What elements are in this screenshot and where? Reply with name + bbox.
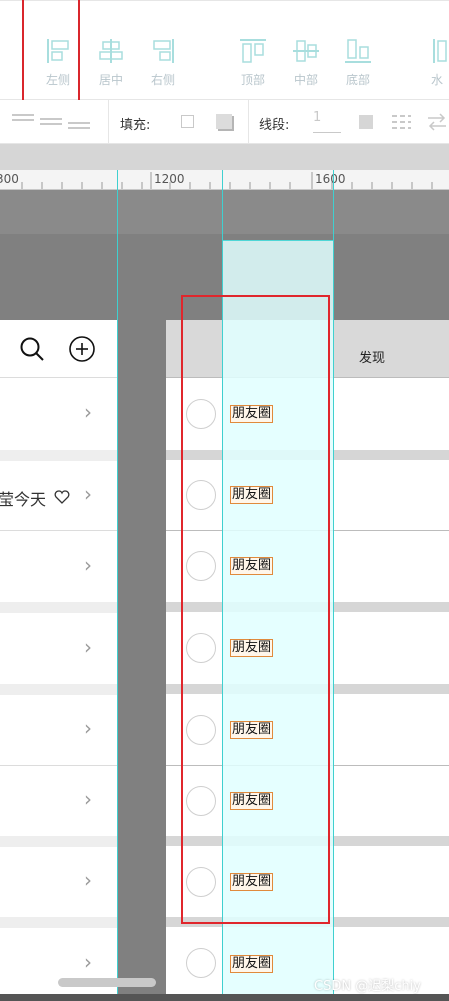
- stroke-label: 线段:: [259, 118, 290, 133]
- distribute-horizontal-icon: [433, 39, 447, 63]
- chevron-right-icon: ›: [84, 868, 92, 892]
- chevron-right-icon: ›: [84, 482, 92, 506]
- align-top-button[interactable]: 顶部: [231, 37, 275, 93]
- section-separator: [0, 684, 117, 695]
- section-separator: [0, 836, 117, 847]
- fill-shadow-swatch[interactable]: [216, 114, 232, 129]
- watermark: CSDN @迟梨chiy: [314, 979, 421, 994]
- align-bottom-button[interactable]: 底部: [336, 37, 380, 93]
- canvas-top-area: [0, 190, 449, 234]
- align-center-button[interactable]: 居中: [89, 37, 133, 93]
- row-divider: [0, 765, 117, 766]
- chevron-right-icon: ›: [84, 635, 92, 659]
- align-bottom-label: 底部: [345, 73, 370, 87]
- ruler-ticks: [21, 172, 433, 189]
- align-top-label: 顶部: [240, 73, 265, 87]
- section-separator: [0, 450, 117, 461]
- add-circle-icon[interactable]: [68, 335, 96, 363]
- swap-arrows-icon[interactable]: [426, 112, 448, 132]
- horizontal-ruler[interactable]: 300 1200 1600: [0, 170, 449, 190]
- align-middle-button[interactable]: 中部: [284, 37, 328, 93]
- heart-icon: [54, 490, 70, 504]
- ruler-mark: 1600: [315, 172, 346, 186]
- fill-label: 填充:: [120, 118, 151, 133]
- horizontal-scrollbar[interactable]: [58, 978, 156, 987]
- guide-line[interactable]: [117, 170, 118, 1001]
- left-artboard[interactable]: › 莹今天 › › › › › › ›: [0, 320, 117, 1001]
- toolbar-divider: [248, 100, 249, 144]
- distribute-horizontal-label: 水: [430, 73, 443, 87]
- chevron-right-icon: ›: [84, 400, 92, 424]
- align-center-label: 居中: [98, 73, 123, 87]
- align-left-highlight: [22, 0, 80, 104]
- stroke-color-swatch[interactable]: [359, 115, 373, 129]
- section-separator: [0, 602, 117, 613]
- stroke-dash-icon[interactable]: [391, 114, 411, 130]
- panel-gap: [0, 144, 449, 170]
- chevron-right-icon: ›: [84, 716, 92, 740]
- stroke-width-input[interactable]: 1: [313, 110, 341, 133]
- align-center-icon: [99, 39, 123, 63]
- distribute-horizontal-button[interactable]: 水: [425, 37, 449, 93]
- align-middle-icon: [293, 40, 319, 62]
- search-icon[interactable]: [19, 336, 45, 362]
- line-spacing-icons: [12, 114, 90, 129]
- row-divider: [0, 530, 117, 531]
- chevron-right-icon: ›: [84, 787, 92, 811]
- left-artboard-header: [0, 320, 117, 378]
- style-toolbar: 填充: 线段: 1: [0, 100, 449, 144]
- align-top-icon: [240, 39, 266, 63]
- selection-rectangle: [181, 295, 330, 924]
- align-right-icon: [153, 39, 174, 63]
- align-bottom-icon: [345, 39, 371, 63]
- section-separator: [0, 917, 117, 928]
- align-middle-label: 中部: [293, 73, 318, 87]
- avatar: [186, 948, 216, 978]
- chevron-right-icon: ›: [84, 553, 92, 577]
- align-right-label: 右侧: [150, 73, 175, 87]
- list-item-text: 莹今天: [0, 490, 47, 509]
- align-right-button[interactable]: 右侧: [141, 37, 185, 93]
- fill-none-swatch[interactable]: [181, 115, 194, 128]
- ruler-mark: 300: [0, 172, 19, 186]
- header-title: 发现: [359, 351, 386, 366]
- bottom-bar: [0, 994, 449, 1001]
- toolbar-divider: [108, 100, 109, 144]
- chevron-right-icon: ›: [84, 950, 92, 974]
- guide-line[interactable]: [333, 170, 334, 1001]
- ruler-mark: 1200: [154, 172, 185, 186]
